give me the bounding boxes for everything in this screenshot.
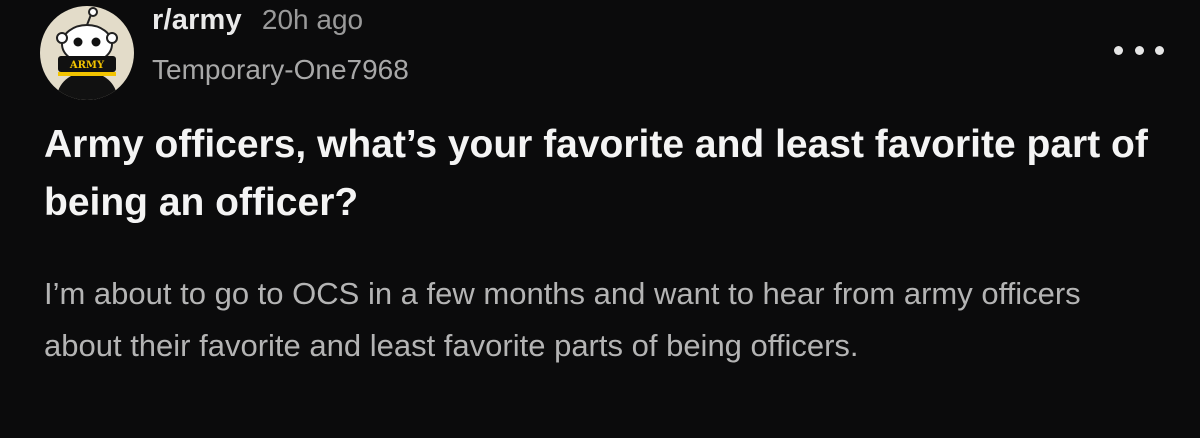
post-body: I’m about to go to OCS in a few months a…	[44, 276, 1081, 363]
subreddit-link[interactable]: r/army	[152, 4, 242, 37]
post-meta-line: r/army 20h ago	[152, 4, 409, 48]
reddit-post-card: ARMY r/army 20h ago Temporary-One7968 Ar…	[0, 0, 1200, 438]
post-meta: r/army 20h ago Temporary-One7968	[152, 4, 409, 86]
army-snoo-icon: ARMY	[56, 7, 118, 100]
post-title[interactable]: Army officers, what’s your favorite and …	[44, 116, 1164, 232]
post-timestamp: 20h ago	[261, 4, 364, 35]
author-link[interactable]: Temporary-One7968	[152, 54, 409, 86]
subreddit-avatar[interactable]: ARMY	[40, 6, 134, 100]
more-dot	[1155, 45, 1164, 55]
more-dot	[1134, 45, 1144, 55]
more-dot	[1114, 45, 1123, 55]
avatar-army-text: ARMY	[69, 60, 105, 71]
more-options-icon[interactable]	[1114, 40, 1164, 60]
